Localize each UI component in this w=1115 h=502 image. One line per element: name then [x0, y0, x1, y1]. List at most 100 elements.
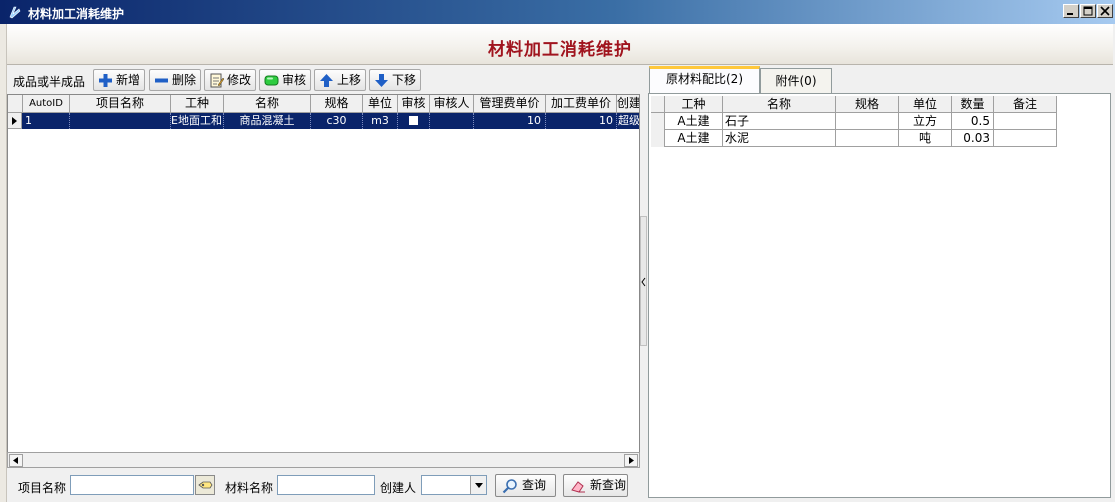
cell-mgmt-price[interactable]: 10	[474, 113, 546, 129]
column-header[interactable]: 名称	[723, 96, 836, 113]
splitter-grip[interactable]	[640, 216, 647, 346]
project-name-input[interactable]	[70, 475, 194, 495]
product-panel: 成品或半成品 新增 删除 修改 审核 上移 下移 AutoID 项目名称 工种 …	[7, 66, 640, 500]
window-title: 材料加工消耗维护	[28, 7, 125, 21]
cell-qty[interactable]: 0.5	[952, 113, 994, 130]
app-icon	[8, 5, 22, 19]
material-name-input[interactable]	[277, 475, 375, 495]
minus-icon	[154, 73, 169, 88]
cell-name[interactable]: 石子	[723, 113, 836, 130]
cell-auto-id[interactable]: 1	[23, 113, 70, 129]
minimize-button[interactable]	[1063, 4, 1079, 18]
table-row[interactable]: 1 E地面工和 商品混凝土 c30 m3 10 10 超级	[8, 113, 639, 129]
column-header[interactable]: 备注	[994, 96, 1057, 113]
cell-unit[interactable]: m3	[363, 113, 398, 129]
cell-work-type[interactable]: A土建	[665, 113, 723, 130]
column-header[interactable]: 管理费单价	[474, 95, 546, 113]
table-row[interactable]: A土建 石子 立方 0.5	[651, 113, 1057, 130]
window-left-edge	[0, 24, 7, 502]
horizontal-scrollbar[interactable]	[7, 452, 640, 468]
column-header[interactable]: 审核	[398, 95, 430, 113]
column-header[interactable]: 规格	[311, 95, 363, 113]
page-header: 材料加工消耗维护	[7, 24, 1113, 65]
toolbar-label: 成品或半成品	[13, 75, 86, 89]
header-corner	[8, 95, 23, 113]
move-up-button-label: 上移	[337, 73, 362, 87]
move-up-button[interactable]: 上移	[314, 69, 366, 91]
project-name-label: 项目名称	[18, 481, 67, 495]
cell-reviewer[interactable]	[430, 113, 474, 129]
lookup-icon	[198, 479, 213, 494]
cell-reviewed[interactable]	[398, 113, 430, 129]
product-grid: AutoID 项目名称 工种 名称 规格 单位 审核 审核人 管理费单价 加工费…	[7, 94, 640, 454]
material-name-label: 材料名称	[225, 481, 274, 495]
review-button[interactable]: 审核	[259, 69, 311, 91]
window-titlebar: 材料加工消耗维护	[0, 0, 1115, 24]
maximize-button[interactable]	[1080, 4, 1096, 18]
cell-project-name[interactable]	[70, 113, 171, 129]
tab-material-ratio[interactable]: 原材料配比(2)	[649, 66, 760, 94]
cell-note[interactable]	[994, 130, 1057, 147]
column-header[interactable]: 加工费单价	[546, 95, 617, 113]
move-down-button-label: 下移	[392, 73, 417, 87]
magnifier-icon	[502, 478, 518, 501]
cell-spec[interactable]: c30	[311, 113, 363, 129]
column-header[interactable]: 工种	[171, 95, 224, 113]
cell-spec[interactable]	[836, 113, 899, 130]
creator-label: 创建人	[380, 481, 417, 495]
table-row[interactable]: A土建 水泥 吨 0.03	[651, 130, 1057, 147]
dropdown-arrow-icon[interactable]	[470, 476, 486, 494]
green-light-icon	[264, 73, 279, 88]
edit-button-label: 修改	[227, 73, 252, 87]
header-corner	[651, 96, 665, 113]
page-title: 材料加工消耗维护	[488, 40, 632, 60]
review-button-label: 审核	[282, 73, 307, 87]
column-header[interactable]: 创建	[617, 95, 639, 113]
query-button-label: 查询	[522, 478, 547, 492]
column-header[interactable]: 数量	[952, 96, 994, 113]
edit-document-icon	[209, 73, 225, 88]
column-header[interactable]: AutoID	[23, 95, 70, 113]
move-down-button[interactable]: 下移	[369, 69, 421, 91]
cell-creator[interactable]: 超级	[617, 113, 639, 129]
edit-button[interactable]: 修改	[204, 69, 256, 91]
column-header[interactable]: 规格	[836, 96, 899, 113]
panel-splitter[interactable]	[640, 66, 648, 502]
query-button[interactable]: 查询	[495, 474, 556, 497]
add-button[interactable]: 新增	[93, 69, 145, 91]
close-button[interactable]	[1097, 4, 1113, 18]
cell-proc-price[interactable]: 10	[546, 113, 617, 129]
review-checkbox[interactable]	[409, 116, 418, 125]
column-header[interactable]: 工种	[665, 96, 723, 113]
search-bar: 项目名称 材料名称 创建人 查询 新查询	[7, 470, 640, 498]
cell-name[interactable]: 商品混凝土	[224, 113, 311, 129]
cell-unit[interactable]: 立方	[899, 113, 952, 130]
toolbar: 成品或半成品 新增 删除 修改 审核 上移 下移	[7, 66, 640, 94]
cell-name[interactable]: 水泥	[723, 130, 836, 147]
cell-unit[interactable]: 吨	[899, 130, 952, 147]
scroll-right-icon[interactable]	[624, 454, 638, 467]
arrow-down-icon	[374, 73, 389, 88]
cell-note[interactable]	[994, 113, 1057, 130]
scroll-left-icon[interactable]	[9, 454, 23, 467]
creator-select[interactable]	[421, 475, 487, 495]
tab-attachments[interactable]: 附件(0)	[760, 68, 832, 94]
add-button-label: 新增	[116, 73, 141, 87]
project-lookup-button[interactable]	[195, 475, 215, 495]
cell-work-type[interactable]: E地面工和	[171, 113, 224, 129]
column-header[interactable]: 单位	[899, 96, 952, 113]
row-header	[651, 130, 665, 147]
cell-qty[interactable]: 0.03	[952, 130, 994, 147]
arrow-up-icon	[319, 73, 334, 88]
column-header[interactable]: 审核人	[430, 95, 474, 113]
column-header[interactable]: 项目名称	[70, 95, 171, 113]
cell-spec[interactable]	[836, 130, 899, 147]
detail-panel: 原材料配比(2) 附件(0) 工种 名称 规格 单位 数量 备注 A土建 石子 …	[648, 66, 1113, 500]
column-header[interactable]: 单位	[363, 95, 398, 113]
product-grid-header: AutoID 项目名称 工种 名称 规格 单位 审核 审核人 管理费单价 加工费…	[8, 95, 639, 113]
delete-button[interactable]: 删除	[149, 69, 201, 91]
new-query-button[interactable]: 新查询	[563, 474, 628, 497]
tab-content: 工种 名称 规格 单位 数量 备注 A土建 石子 立方 0.5 A土建 水泥 吨…	[648, 93, 1111, 498]
cell-work-type[interactable]: A土建	[665, 130, 723, 147]
column-header[interactable]: 名称	[224, 95, 311, 113]
